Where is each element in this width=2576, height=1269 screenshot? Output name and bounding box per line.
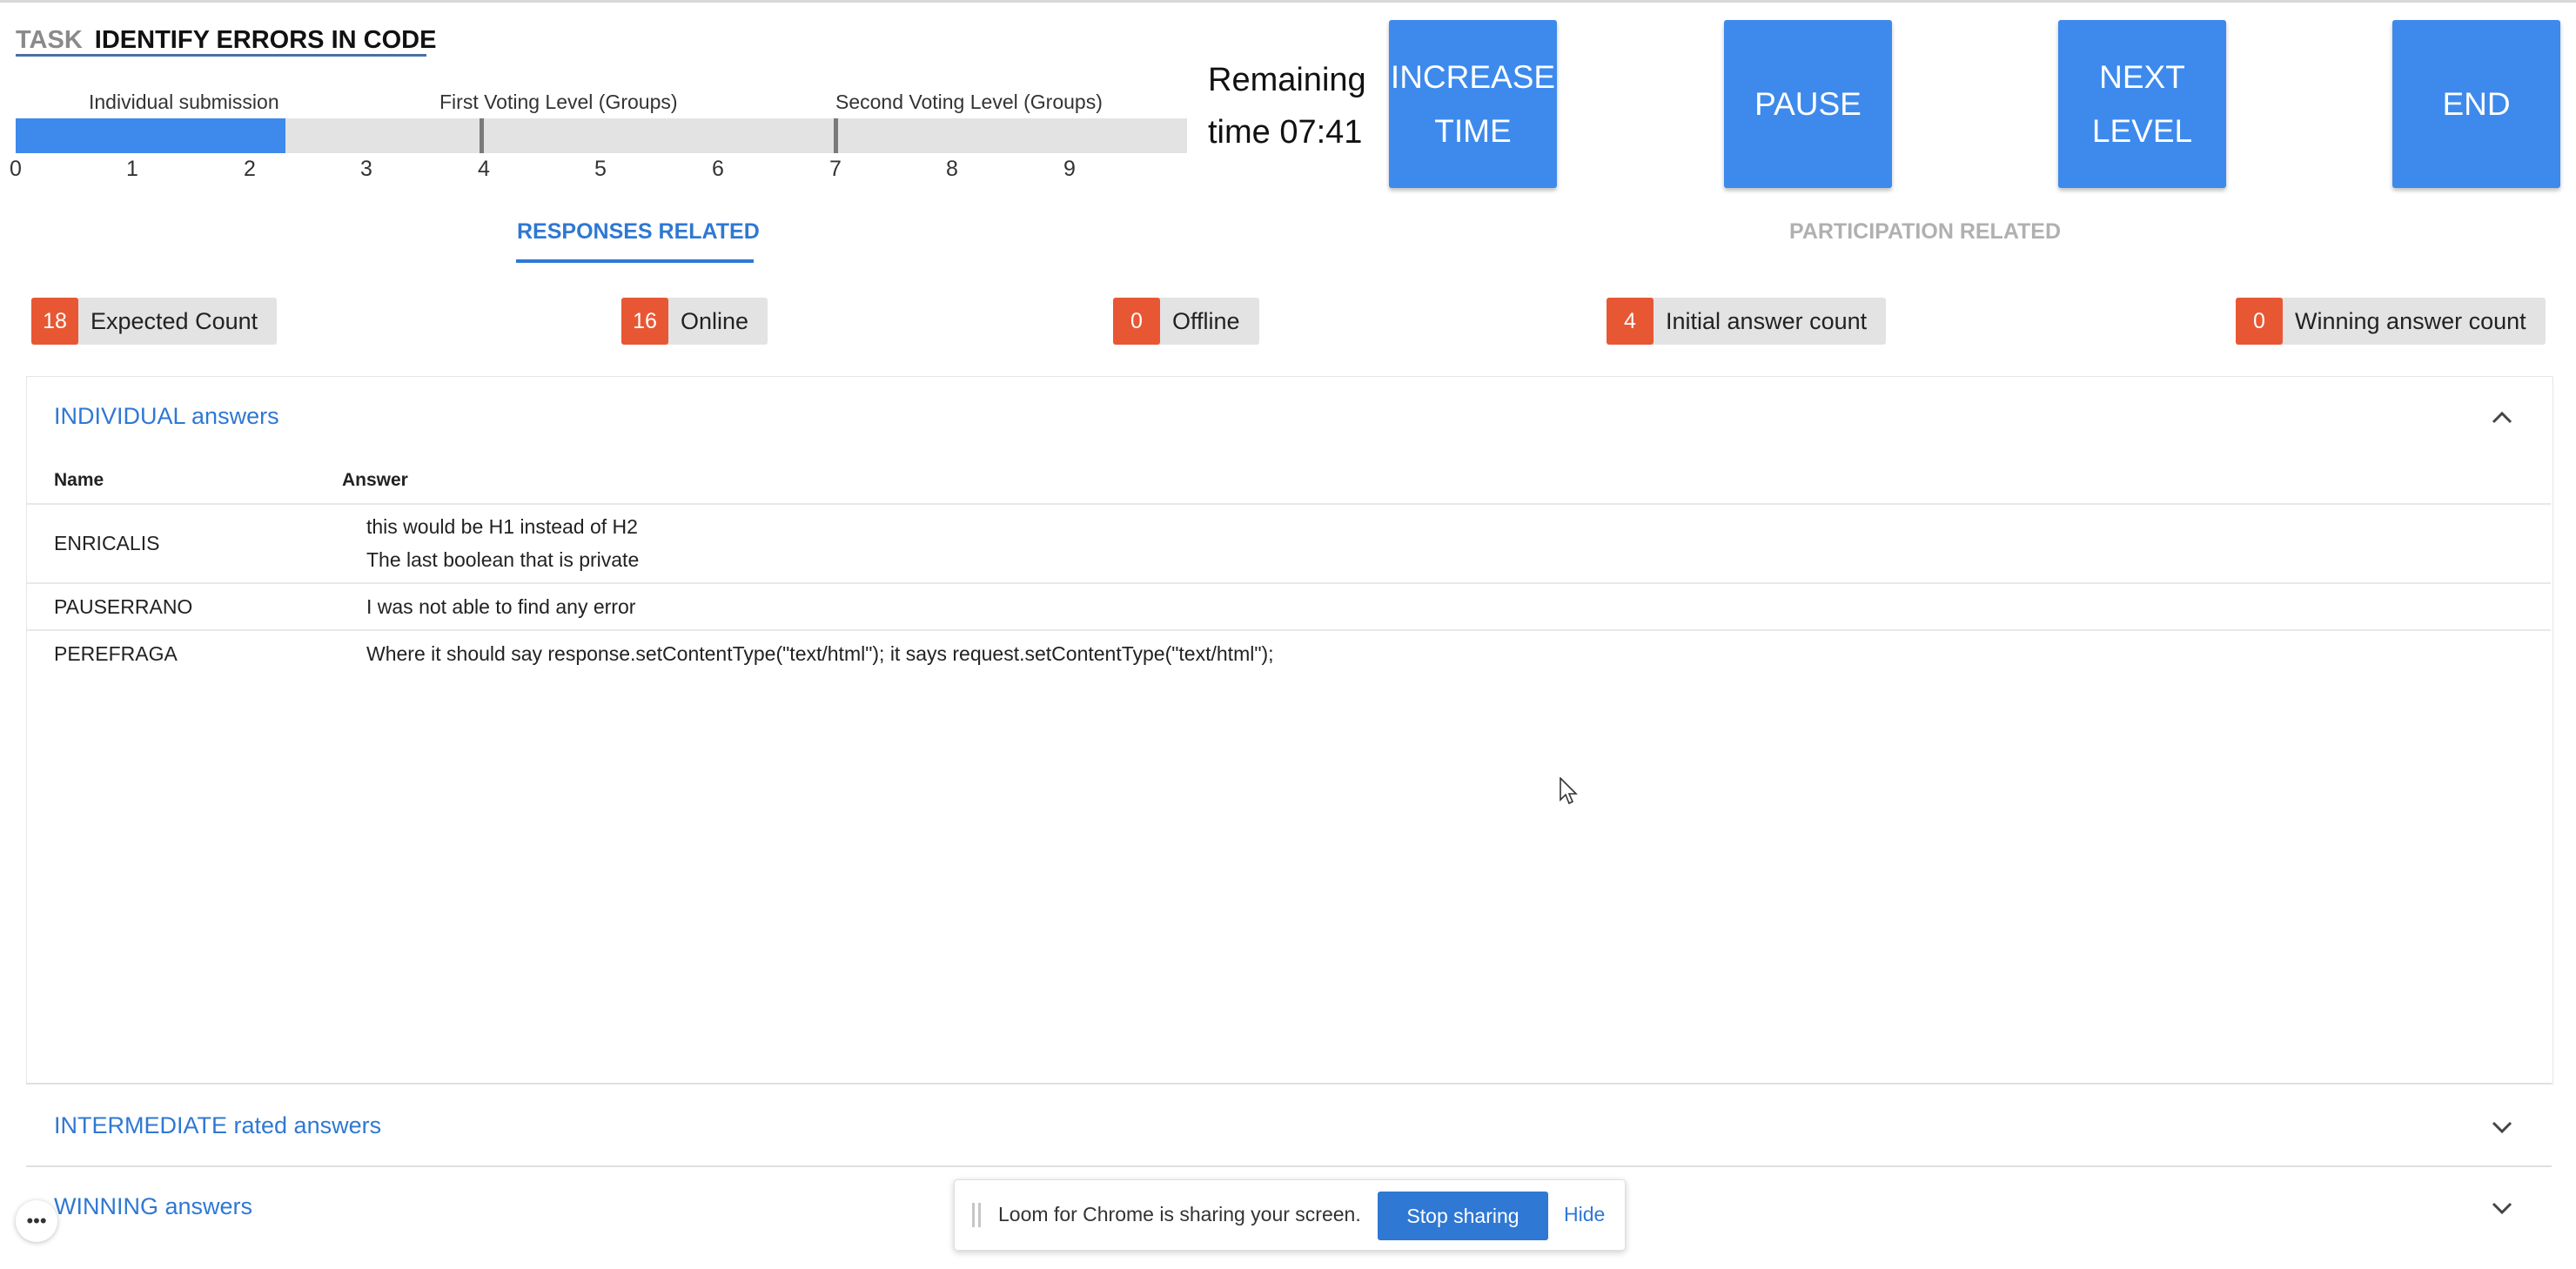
tab-participation-related[interactable]: PARTICIPATION RELATED [1789, 219, 2061, 245]
level-progress-bar [16, 118, 1187, 153]
column-header-name: Name [54, 470, 104, 490]
remaining-time-value: time 07:41 [1208, 114, 1363, 151]
progress-tick: 2 [244, 157, 256, 181]
tab-responses-related[interactable]: RESPONSES RELATED [517, 219, 760, 245]
intermediate-answers-header[interactable]: INTERMEDIATE rated answers [54, 1112, 381, 1139]
answer-text: this would be H1 instead of H2 [366, 515, 638, 538]
screen-share-bar: Loom for Chrome is sharing your screen. … [954, 1179, 1626, 1251]
progress-tick: 5 [594, 157, 607, 181]
stage-label-individual: Individual submission [89, 91, 279, 113]
progress-tick: 0 [10, 157, 22, 181]
stage-label-second-voting: Second Voting Level (Groups) [835, 91, 1103, 113]
stage-marker-first-voting [480, 118, 484, 153]
hide-share-bar-link[interactable]: Hide [1564, 1203, 1605, 1226]
table-row-divider [27, 629, 2551, 631]
level-progress-fill [16, 118, 285, 153]
task-title-underline [16, 54, 426, 57]
task-title: TASK IDENTIFY ERRORS IN CODE [16, 23, 436, 57]
stat-initial-answer-count: 4 Initial answer count [1607, 298, 1887, 345]
answer-author: PAUSERRANO [54, 595, 193, 618]
progress-tick: 4 [478, 157, 490, 181]
more-options-icon[interactable]: ••• [16, 1200, 57, 1242]
individual-answers-header[interactable]: INDIVIDUAL answers [54, 403, 279, 430]
stat-badge: 0 [1113, 298, 1160, 345]
remaining-time: Remaining time 07:41 [1208, 54, 1366, 158]
stat-winning-answer-count: 0 Winning answer count [2236, 298, 2546, 345]
stat-badge: 18 [31, 298, 78, 345]
end-button[interactable]: END [2392, 20, 2560, 188]
progress-tick: 3 [360, 157, 372, 181]
progress-tick: 7 [829, 157, 842, 181]
next-level-button[interactable]: NEXT LEVEL [2058, 20, 2226, 188]
progress-tick: 9 [1063, 157, 1076, 181]
drag-handle-icon[interactable] [972, 1203, 983, 1227]
screen-share-message: Loom for Chrome is sharing your screen. [998, 1203, 1361, 1225]
stage-marker-second-voting [834, 118, 838, 153]
mouse-cursor-icon [1560, 777, 1578, 805]
chevron-down-icon[interactable] [2491, 1197, 2513, 1219]
answer-author: ENRICALIS [54, 532, 160, 554]
progress-tick: 8 [946, 157, 958, 181]
chevron-down-icon[interactable] [2491, 1116, 2513, 1138]
progress-tick: 6 [712, 157, 724, 181]
panel-divider [26, 1165, 2552, 1167]
winning-answers-header[interactable]: WINNING answers [54, 1193, 252, 1220]
stop-sharing-button[interactable]: Stop sharing [1378, 1192, 1548, 1240]
answer-text: I was not able to find any error [366, 595, 636, 618]
remaining-time-label: Remaining [1208, 62, 1366, 98]
stat-badge: 16 [621, 298, 668, 345]
pause-button[interactable]: PAUSE [1724, 20, 1892, 188]
stat-badge: 4 [1607, 298, 1654, 345]
top-border [0, 0, 2576, 3]
answer-author: PEREFRAGA [54, 642, 178, 665]
progress-tick: 1 [126, 157, 138, 181]
stat-label: Initial answer count [1666, 307, 1868, 334]
chevron-up-icon[interactable] [2491, 406, 2513, 429]
increase-time-button[interactable]: INCREASE TIME [1389, 20, 1557, 188]
stat-expected-count: 18 Expected Count [31, 298, 278, 345]
stat-badge: 0 [2236, 298, 2283, 345]
task-label: TASK [16, 25, 83, 54]
answer-text: Where it should say response.setContentT… [366, 642, 1274, 665]
stat-label: Online [681, 307, 749, 334]
table-header-divider [27, 503, 2551, 505]
stat-online: 16 Online [621, 298, 768, 345]
task-name: IDENTIFY ERRORS IN CODE [94, 25, 437, 54]
active-tab-indicator [516, 259, 754, 263]
table-row-divider [27, 582, 2551, 584]
stat-label: Offline [1172, 307, 1240, 334]
panel-divider [26, 1083, 2552, 1084]
stat-offline: 0 Offline [1113, 298, 1259, 345]
stat-label: Winning answer count [2295, 307, 2526, 334]
answer-text: The last boolean that is private [366, 548, 640, 571]
stat-label: Expected Count [91, 307, 258, 334]
stage-label-first-voting: First Voting Level (Groups) [439, 91, 678, 113]
column-header-answer: Answer [342, 470, 408, 490]
